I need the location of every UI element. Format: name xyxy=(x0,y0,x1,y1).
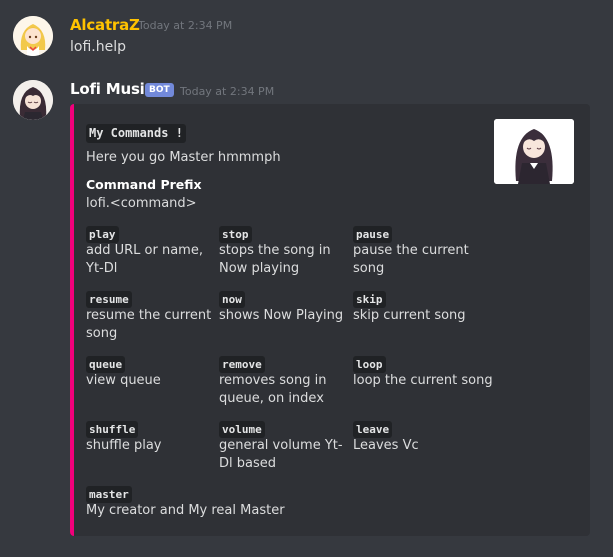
embed-title-code: My Commands ! xyxy=(86,124,186,143)
command-name: volume xyxy=(219,421,265,438)
command-name: queue xyxy=(86,356,126,373)
command-description: resume the current song xyxy=(86,308,212,341)
bot-tag: BOT xyxy=(145,83,174,97)
command-name: skip xyxy=(353,291,386,308)
bot-avatar[interactable] xyxy=(13,80,53,120)
command-name: shuffle xyxy=(86,421,139,438)
command-name: pause xyxy=(353,226,393,243)
command-name: play xyxy=(86,226,119,243)
username[interactable]: AlcatraZ xyxy=(70,16,140,34)
username[interactable]: Lofi Music xyxy=(70,80,154,98)
command-description: general volume Yt-Dl based xyxy=(219,438,343,471)
command-name: now xyxy=(219,291,245,308)
embed-card: My Commands ! Here you go Master hmmmph … xyxy=(70,104,590,536)
command-description: pause the current song xyxy=(353,243,469,276)
command-description: My creator and My real Master xyxy=(86,503,285,518)
field-now: now shows Now Playing xyxy=(219,288,347,325)
field-master: master My creator and My real Master xyxy=(86,483,386,520)
embed-description: Here you go Master hmmmph xyxy=(86,150,281,165)
field-resume: resume resume the current song xyxy=(86,288,214,343)
timestamp: Today at 2:34 PM xyxy=(138,19,233,32)
embed-title: My Commands ! xyxy=(86,122,186,143)
field-value-command-prefix: lofi.<command> xyxy=(86,196,197,211)
message-content: lofi.help xyxy=(70,39,126,55)
embed-accent-bar xyxy=(70,104,74,536)
command-description: loop the current song xyxy=(353,373,493,388)
command-name: remove xyxy=(219,356,265,373)
command-name: loop xyxy=(353,356,386,373)
command-description: view queue xyxy=(86,373,161,388)
command-name: stop xyxy=(219,226,252,243)
field-volume: volume general volume Yt-Dl based xyxy=(219,418,347,473)
command-name: master xyxy=(86,486,132,503)
command-description: stops the song in Now playing xyxy=(219,243,331,276)
field-shuffle: shuffle shuffle play xyxy=(86,418,214,455)
field-name-command-prefix: Command Prefix xyxy=(86,177,202,192)
command-name: leave xyxy=(353,421,393,438)
command-name: resume xyxy=(86,291,132,308)
field-remove: remove removes song in queue, on index xyxy=(219,353,347,408)
embed-thumbnail[interactable] xyxy=(494,119,574,184)
timestamp: Today at 2:34 PM xyxy=(180,85,275,98)
command-description: shuffle play xyxy=(86,438,162,453)
field-stop: stop stops the song in Now playing xyxy=(219,223,347,278)
command-description: add URL or name, Yt-Dl xyxy=(86,243,203,276)
field-skip: skip skip current song xyxy=(353,288,481,325)
field-queue: queue view queue xyxy=(86,353,214,390)
user-avatar[interactable] xyxy=(13,16,53,56)
field-loop: loop loop the current song xyxy=(353,353,513,390)
command-description: skip current song xyxy=(353,308,466,323)
field-leave: leave Leaves Vc xyxy=(353,418,481,455)
field-play: play add URL or name, Yt-Dl xyxy=(86,223,214,278)
command-description: shows Now Playing xyxy=(219,308,344,323)
command-description: Leaves Vc xyxy=(353,438,419,453)
field-pause: pause pause the current song xyxy=(353,223,481,278)
command-description: removes song in queue, on index xyxy=(219,373,327,406)
